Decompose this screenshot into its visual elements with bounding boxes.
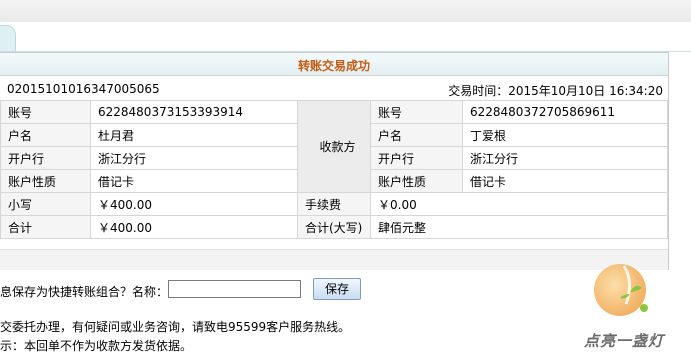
- fee-value: ￥0.00: [370, 192, 668, 216]
- transaction-time-value: 2015年10月10日 16:34:20: [508, 84, 663, 98]
- payer-type: 借记卡: [90, 169, 298, 193]
- payee-bank: 浙江分行: [462, 146, 668, 170]
- table-row: 账号 6228480373153393914 收款方 账号 6228480372…: [0, 100, 668, 193]
- transaction-time: 交易时间：2015年10月10日 16:34:20: [448, 82, 663, 99]
- transaction-time-label: 交易时间：: [448, 84, 509, 98]
- receipt-title: 转账交易成功: [297, 59, 370, 73]
- receipt-footer-band: [0, 249, 668, 270]
- total-caps-label: 合计(大写): [297, 215, 371, 239]
- page-tab[interactable]: [0, 25, 16, 53]
- payer-account: 6228480373153393914: [90, 100, 298, 124]
- save-button[interactable]: 保存: [313, 278, 361, 300]
- payer-name: 杜月君: [90, 123, 298, 147]
- amount-value: ￥400.00: [90, 192, 298, 216]
- payee-account: 6228480372705869611: [462, 100, 668, 124]
- serial-number: 02015101016347005065: [7, 82, 160, 96]
- payer-name-label: 户名: [0, 123, 91, 147]
- total-label: 合计: [0, 215, 91, 239]
- payer-account-label: 账号: [0, 100, 91, 124]
- payee-bank-label: 开户行: [370, 146, 463, 170]
- receipt-table: 账号 6228480373153393914 收款方 账号 6228480372…: [0, 100, 668, 239]
- quick-save-question: 息保存为快捷转账组合？名称：: [0, 285, 169, 299]
- transfer-receipt: 转账交易成功 02015101016347005065 交易时间：2015年10…: [0, 52, 669, 270]
- receipt-title-bar: 转账交易成功: [0, 53, 668, 76]
- payer-bank-label: 开户行: [0, 146, 91, 170]
- table-row: 小写 ￥400.00 手续费 ￥0.00: [0, 192, 668, 216]
- total-caps-value: 肆佰元整: [370, 215, 668, 239]
- payee-account-label: 账号: [370, 100, 463, 124]
- payee-type: 借记卡: [462, 169, 668, 193]
- payer-bank: 浙江分行: [90, 146, 298, 170]
- watermark-text: 点亮一盏灯: [584, 332, 665, 350]
- combo-name-input[interactable]: [168, 280, 301, 298]
- service-notice: 交委托办理，有何疑问或业务咨询，请致电95599客户服务热线。: [0, 320, 351, 334]
- payer-type-label: 账户性质: [0, 169, 91, 193]
- payee-name-label: 户名: [370, 123, 463, 147]
- payee-name: 丁爱根: [462, 123, 668, 147]
- amount-label: 小写: [0, 192, 91, 216]
- receipt-disclaimer: 示：本回单不作为收款方发货依据。: [0, 339, 193, 353]
- top-band: [0, 0, 691, 22]
- payee-type-label: 账户性质: [370, 169, 463, 193]
- fee-label: 手续费: [297, 192, 371, 216]
- table-row: 合计 ￥400.00 合计(大写) 肆佰元整: [0, 215, 668, 239]
- payee-label: 收款方: [297, 100, 371, 193]
- lamp-logo-icon: [594, 264, 648, 316]
- total-value: ￥400.00: [90, 215, 298, 239]
